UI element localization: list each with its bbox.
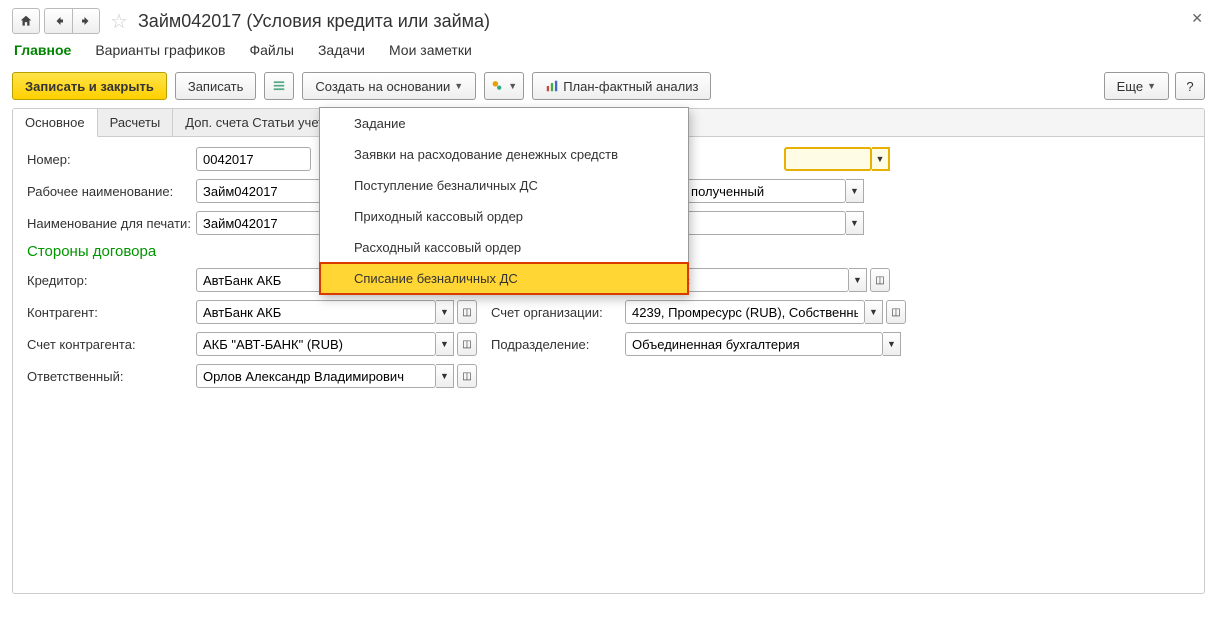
menu-item-cash-out-order[interactable]: Расходный кассовый ордер <box>320 232 688 263</box>
org-dropdown[interactable]: ▼ <box>849 268 867 292</box>
nav-tab-tasks[interactable]: Задачи <box>318 42 365 62</box>
counterparty-dropdown[interactable]: ▼ <box>436 300 454 324</box>
chevron-down-icon: ▼ <box>508 81 517 91</box>
chevron-down-icon: ▼ <box>454 81 463 91</box>
counterparty-open[interactable]: ◫ <box>457 300 477 324</box>
dept-dropdown[interactable]: ▼ <box>883 332 901 356</box>
chart-icon <box>545 79 559 93</box>
plan-fact-button[interactable]: План-фактный анализ <box>532 72 711 100</box>
nav-tab-files[interactable]: Файлы <box>249 42 293 62</box>
responsible-dropdown[interactable]: ▼ <box>436 364 454 388</box>
plan-fact-label: План-фактный анализ <box>563 79 698 94</box>
menu-item-noncash-out[interactable]: Списание безналичных ДС <box>320 263 688 294</box>
attach-button[interactable]: ▼ <box>484 72 524 100</box>
chevron-down-icon: ▼ <box>1147 81 1156 91</box>
printname-label: Наименование для печати: <box>27 216 192 231</box>
org-account-dropdown[interactable]: ▼ <box>865 300 883 324</box>
counterparty-field[interactable] <box>196 300 436 324</box>
number-field[interactable] <box>196 147 311 171</box>
highlighted-field[interactable] <box>784 147 872 171</box>
cp-account-dropdown[interactable]: ▼ <box>436 332 454 356</box>
subtab-calc[interactable]: Расчеты <box>98 109 174 136</box>
attach-icon <box>491 79 504 93</box>
nav-tab-main[interactable]: Главное <box>14 42 71 62</box>
forward-button[interactable] <box>72 8 100 34</box>
nav-tabs: Главное Варианты графиков Файлы Задачи М… <box>12 42 1205 62</box>
cp-account-label: Счет контрагента: <box>27 337 192 352</box>
highlighted-dropdown[interactable]: ▼ <box>872 147 890 171</box>
home-button[interactable] <box>12 8 40 34</box>
more-label: Еще <box>1117 79 1143 94</box>
menu-item-cash-in-order[interactable]: Приходный кассовый ордер <box>320 201 688 232</box>
nav-tab-notes[interactable]: Мои заметки <box>389 42 472 62</box>
list-icon <box>272 79 286 93</box>
more-button[interactable]: Еще ▼ <box>1104 72 1169 100</box>
dept-field[interactable] <box>625 332 883 356</box>
create-based-button[interactable]: Создать на основании ▼ <box>302 72 476 100</box>
dept-label: Подразделение: <box>491 337 621 352</box>
favorite-star-icon[interactable]: ☆ <box>110 9 128 34</box>
cp-account-open[interactable]: ◫ <box>457 332 477 356</box>
org-account-field[interactable] <box>625 300 865 324</box>
menu-item-task[interactable]: Задание <box>320 108 688 139</box>
responsible-open[interactable]: ◫ <box>457 364 477 388</box>
window-title: Займ042017 (Условия кредита или займа) <box>138 11 490 32</box>
save-close-button[interactable]: Записать и закрыть <box>12 72 167 100</box>
number-label: Номер: <box>27 152 192 167</box>
counterparty-label: Контрагент: <box>27 305 192 320</box>
arrow-left-icon <box>53 15 65 27</box>
subtab-main[interactable]: Основное <box>13 109 98 137</box>
workname-label: Рабочее наименование: <box>27 184 192 199</box>
list-button[interactable] <box>264 72 294 100</box>
menu-item-noncash-in[interactable]: Поступление безналичных ДС <box>320 170 688 201</box>
close-button[interactable]: ✕ <box>1191 10 1203 27</box>
back-button[interactable] <box>44 8 72 34</box>
responsible-label: Ответственный: <box>27 369 192 384</box>
menu-item-cash-request[interactable]: Заявки на расходование денежных средств <box>320 139 688 170</box>
save-button[interactable]: Записать <box>175 72 257 100</box>
create-based-menu: Задание Заявки на расходование денежных … <box>319 107 689 295</box>
org-account-label: Счет организации: <box>491 305 621 320</box>
help-button[interactable]: ? <box>1175 72 1205 100</box>
responsible-field[interactable] <box>196 364 436 388</box>
arrow-right-icon <box>80 15 92 27</box>
char-dropdown[interactable]: ▼ <box>846 211 864 235</box>
creditor-label: Кредитор: <box>27 273 192 288</box>
create-based-label: Создать на основании <box>315 79 450 94</box>
nav-tab-graphs[interactable]: Варианты графиков <box>95 42 225 62</box>
type-dropdown[interactable]: ▼ <box>846 179 864 203</box>
home-icon <box>19 14 33 28</box>
org-account-open[interactable]: ◫ <box>886 300 906 324</box>
org-open[interactable]: ◫ <box>870 268 890 292</box>
cp-account-field[interactable] <box>196 332 436 356</box>
